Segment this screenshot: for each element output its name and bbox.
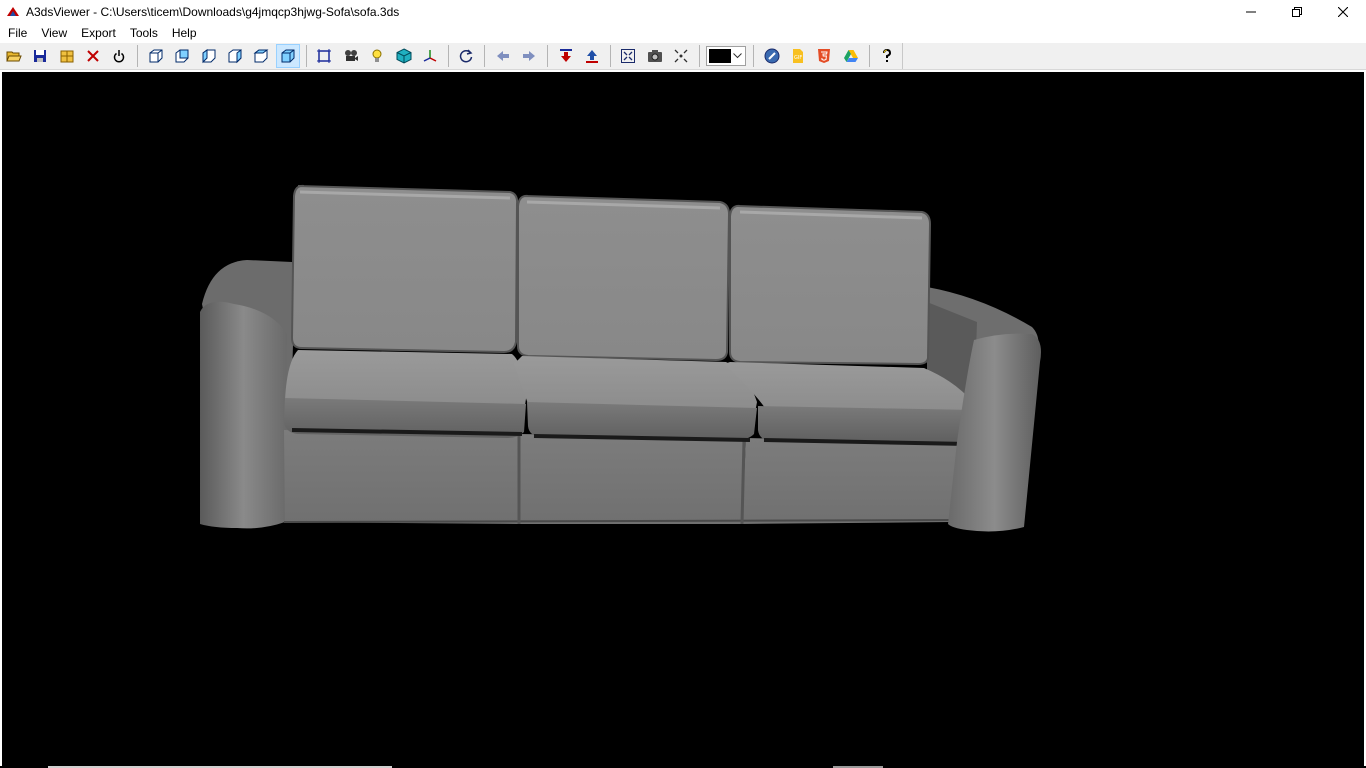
toolbar-separator xyxy=(752,45,754,67)
merge-button[interactable] xyxy=(55,44,78,68)
view-front-button[interactable] xyxy=(144,44,167,68)
center-icon xyxy=(674,49,688,63)
toolbar-separator xyxy=(868,45,870,67)
toolbar-separator xyxy=(305,45,307,67)
menu-view[interactable]: View xyxy=(34,23,74,43)
move-down-icon xyxy=(559,49,572,62)
restore-button[interactable] xyxy=(1274,0,1320,23)
menu-help[interactable]: Help xyxy=(165,23,204,43)
view-perspective-icon xyxy=(281,49,295,63)
toolbar-strip: GIF xyxy=(0,43,1366,70)
power-icon xyxy=(114,50,125,63)
camera-settings-icon xyxy=(344,50,358,61)
rotate-button[interactable] xyxy=(455,44,478,68)
toolbar-separator xyxy=(484,45,486,67)
save-icon xyxy=(34,50,47,62)
3d-viewport[interactable] xyxy=(2,72,1364,766)
bounding-box-icon xyxy=(317,49,332,63)
close-model-icon xyxy=(87,50,99,62)
light-icon xyxy=(372,49,382,62)
view-left-icon xyxy=(202,49,216,64)
toolbar-separator xyxy=(609,45,611,67)
bounding-box-button[interactable] xyxy=(313,44,336,68)
toolbar-separator xyxy=(698,45,700,67)
view-front-icon xyxy=(149,49,163,63)
title-bar: A3dsViewer - C:\Users\ticem\Downloads\g4… xyxy=(0,0,1366,23)
toolbar: GIF xyxy=(2,43,903,69)
background-color-swatch xyxy=(708,49,731,63)
web-export-icon xyxy=(764,48,780,64)
toolbar-separator xyxy=(447,45,449,67)
view-top-icon xyxy=(253,49,269,63)
html5-export-button[interactable] xyxy=(813,44,836,68)
cube-material-icon xyxy=(396,48,412,64)
window-title: A3dsViewer - C:\Users\ticem\Downloads\g4… xyxy=(26,4,400,19)
arrow-right-icon xyxy=(523,51,536,61)
camera-settings-button[interactable] xyxy=(339,44,362,68)
close-model-button[interactable] xyxy=(81,44,104,68)
menu-tools[interactable]: Tools xyxy=(123,23,165,43)
rotate-icon xyxy=(460,49,473,63)
view-right-button[interactable] xyxy=(223,44,246,68)
previous-button[interactable] xyxy=(491,44,514,68)
axes-icon xyxy=(423,50,437,62)
menu-bar: File View Export Tools Help xyxy=(0,23,1366,43)
background-color-select[interactable] xyxy=(705,46,746,66)
save-button[interactable] xyxy=(28,44,51,68)
open-button[interactable] xyxy=(2,44,25,68)
chevron-down-icon xyxy=(731,47,745,65)
app-logo-icon xyxy=(7,6,19,16)
center-button[interactable] xyxy=(670,44,693,68)
svg-text:GIF: GIF xyxy=(794,55,802,61)
google-drive-icon xyxy=(843,50,858,62)
move-down-button[interactable] xyxy=(554,44,577,68)
help-icon xyxy=(883,48,892,62)
toolbar-separator xyxy=(137,45,139,67)
light-button[interactable] xyxy=(365,44,388,68)
minimize-icon xyxy=(1246,11,1256,12)
web-export-button[interactable] xyxy=(760,44,783,68)
gif-export-icon: GIF xyxy=(793,49,803,63)
arrow-left-icon xyxy=(496,51,509,61)
view-top-button[interactable] xyxy=(250,44,273,68)
sofa-3d-model xyxy=(200,184,1041,532)
material-button[interactable] xyxy=(392,44,415,68)
view-back-icon xyxy=(175,49,189,63)
html5-export-icon xyxy=(818,49,831,63)
fit-to-window-button[interactable] xyxy=(617,44,640,68)
help-button[interactable] xyxy=(876,44,899,68)
view-right-icon xyxy=(228,49,242,64)
move-up-icon xyxy=(585,50,598,63)
fit-to-window-icon xyxy=(621,49,636,63)
minimize-button[interactable] xyxy=(1228,0,1274,23)
next-button[interactable] xyxy=(517,44,540,68)
axes-button[interactable] xyxy=(418,44,441,68)
screenshot-camera-icon xyxy=(647,50,662,62)
menu-file[interactable]: File xyxy=(1,23,34,43)
gif-export-button[interactable]: GIF xyxy=(786,44,809,68)
menu-export[interactable]: Export xyxy=(74,23,123,43)
close-button[interactable] xyxy=(1320,0,1366,23)
toolbar-separator xyxy=(546,45,548,67)
screenshot-button[interactable] xyxy=(643,44,666,68)
google-drive-button[interactable] xyxy=(839,44,862,68)
exit-button[interactable] xyxy=(108,44,131,68)
window-controls xyxy=(1228,0,1366,23)
view-perspective-button[interactable] xyxy=(276,44,300,68)
view-left-button[interactable] xyxy=(197,44,220,68)
restore-icon xyxy=(1292,6,1302,17)
open-folder-icon xyxy=(5,51,22,62)
close-icon xyxy=(1338,6,1348,17)
merge-icon xyxy=(60,50,74,63)
move-up-button[interactable] xyxy=(580,44,603,68)
view-back-button[interactable] xyxy=(171,44,194,68)
